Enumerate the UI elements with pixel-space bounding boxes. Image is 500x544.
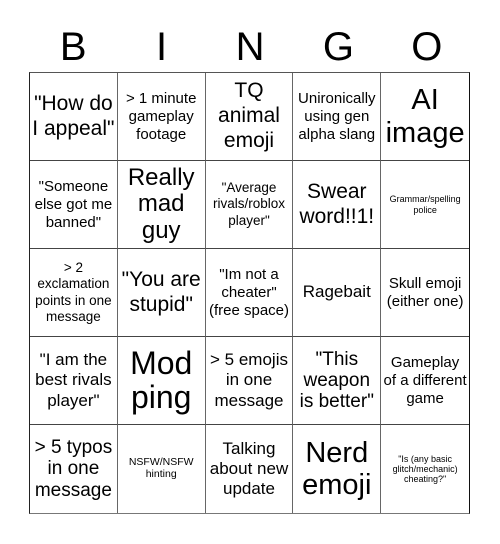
free-space-cell[interactable]: "Im not a cheater" (free space) [205, 249, 294, 337]
bingo-cell[interactable]: > 5 emojis in one message [205, 337, 294, 425]
header-letter-n: N [235, 25, 265, 69]
bingo-cell[interactable]: "How do I appeal" [30, 73, 118, 161]
bingo-cell[interactable]: Swear word!!1! [293, 161, 382, 249]
bingo-grid: "How do I appeal" > 1 minute gameplay fo… [29, 72, 470, 514]
header-letter-b: B [59, 25, 87, 69]
bingo-cell[interactable]: > 1 minute gameplay footage [117, 73, 206, 161]
bingo-cell[interactable]: "Someone else got me banned" [30, 161, 118, 249]
bingo-cell[interactable]: "This weapon is better" [293, 337, 382, 425]
bingo-cell[interactable]: "Is (any basic glitch/mechanic) cheating… [381, 425, 469, 513]
bingo-cell[interactable]: "I am the best rivals player" [30, 337, 118, 425]
bingo-cell[interactable]: Gameplay of a different game [381, 337, 469, 425]
header-letter-o: O [411, 25, 443, 69]
bingo-cell[interactable]: NSFW/NSFW hinting [118, 425, 206, 513]
bingo-cell[interactable]: Unironically using gen alpha slang [293, 73, 382, 161]
bingo-cell[interactable]: Talking about new update [206, 425, 294, 513]
bingo-cell[interactable]: AI image [381, 73, 469, 161]
header-letter-g: G [322, 25, 354, 69]
header-letter-i: I [156, 25, 168, 69]
bingo-cell[interactable]: Mod ping [117, 337, 206, 425]
bingo-header: B I N G O [29, 22, 471, 72]
bingo-cell[interactable]: "Average rivals/roblox player" [205, 161, 294, 249]
bingo-cell[interactable]: Really mad guy [117, 161, 206, 249]
bingo-cell[interactable]: > 5 typos in one message [30, 425, 118, 513]
bingo-cell[interactable]: TQ animal emoji [205, 73, 294, 161]
bingo-cell[interactable]: Skull emoji (either one) [381, 249, 469, 337]
bingo-cell[interactable]: Grammar/spelling police [381, 161, 469, 249]
bingo-cell[interactable]: Nerd emoji [293, 425, 382, 513]
bingo-cell[interactable]: > 2 exclamation points in one message [30, 249, 118, 337]
bingo-cell[interactable]: "You are stupid" [117, 249, 206, 337]
bingo-cell[interactable]: Ragebait [293, 249, 382, 337]
